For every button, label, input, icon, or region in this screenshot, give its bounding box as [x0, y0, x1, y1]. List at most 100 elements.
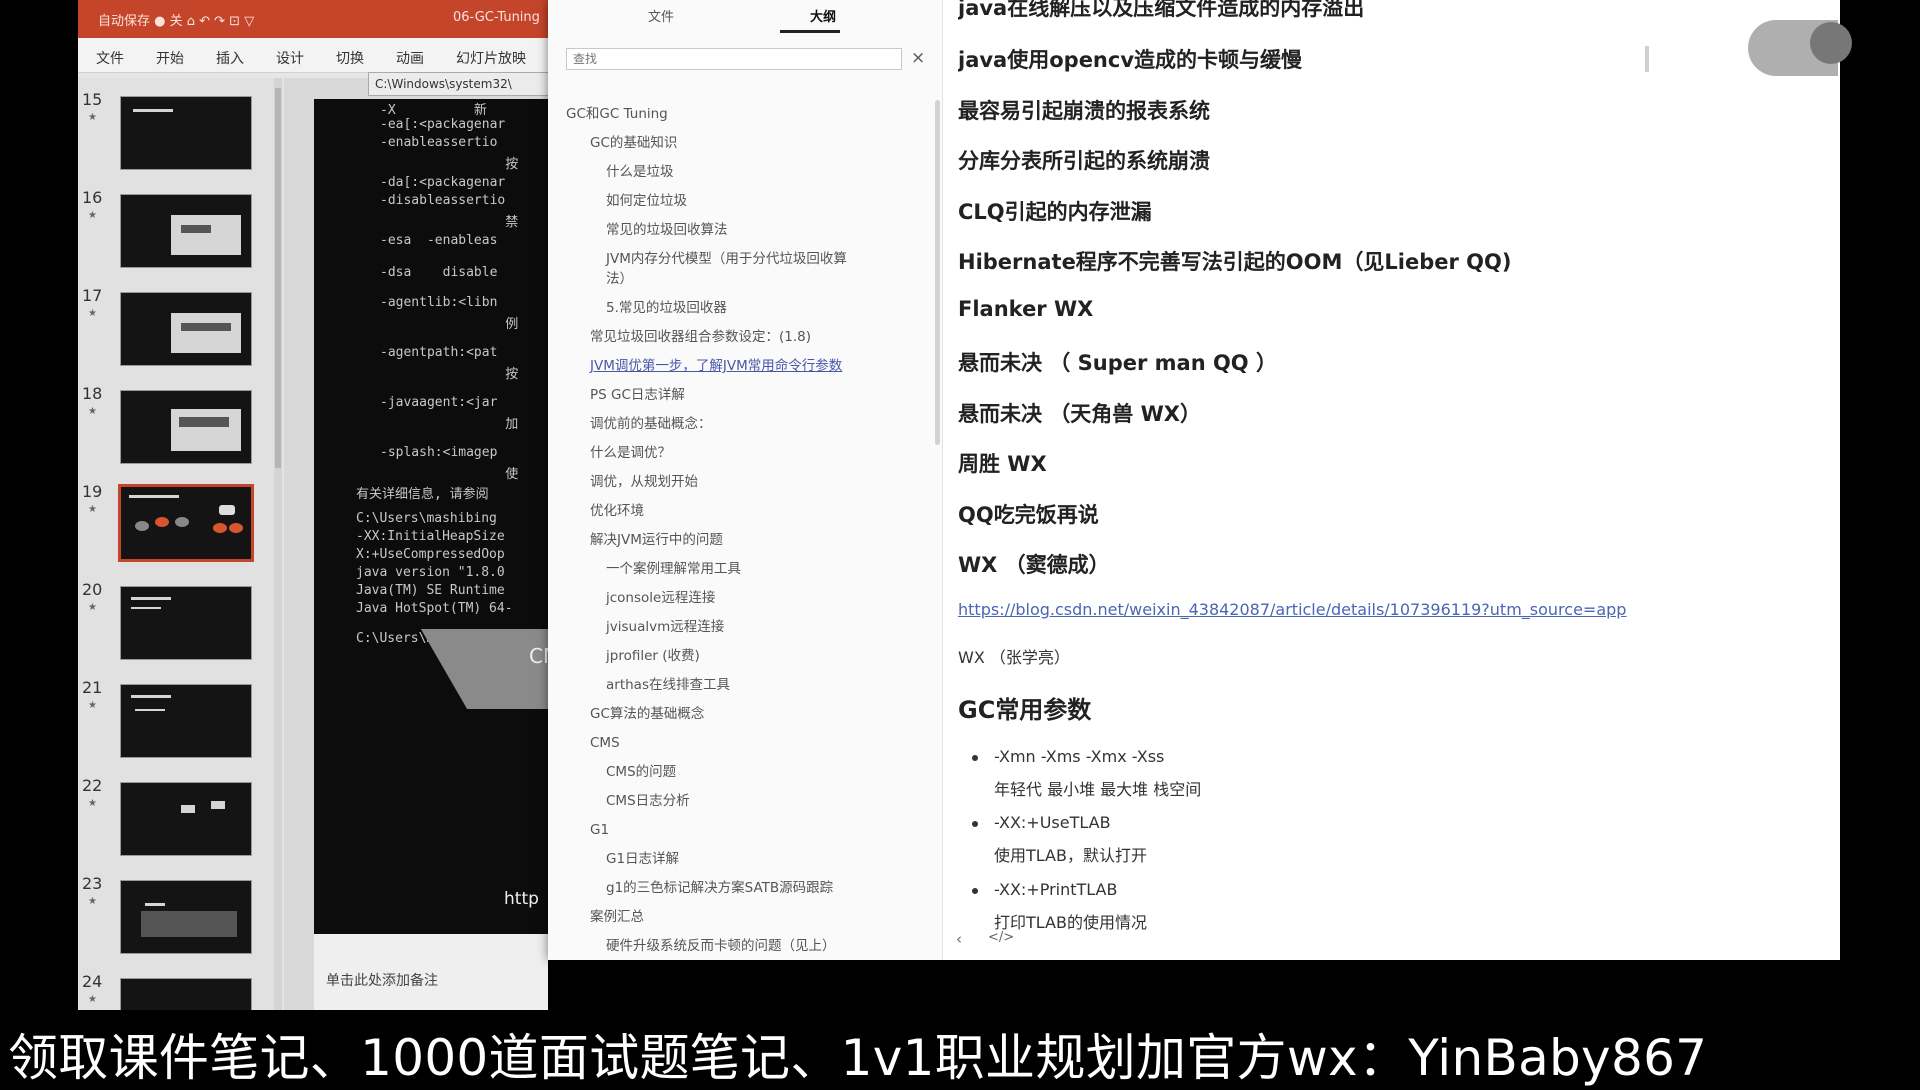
- outline-item[interactable]: jprofiler (收费): [606, 646, 700, 666]
- outline-item[interactable]: 解决JVM运行中的问题: [590, 530, 723, 550]
- quick-access-toolbar[interactable]: 自动保存 ● 关 ⌂ ↶ ↷ ⊡ ▽: [98, 10, 254, 29]
- cmd-line: 使: [380, 467, 519, 482]
- outline-item[interactable]: 硬件升级系统反而卡顿的问题（见上）: [606, 936, 836, 954]
- tab-files[interactable]: 文件: [648, 6, 674, 25]
- outline-item[interactable]: CMS日志分析: [606, 791, 690, 811]
- command-prompt-window: -X 新 -ea[:<packagenar -enableassertio 按 -da…: [314, 99, 548, 934]
- bullet-dot: [972, 888, 978, 894]
- csdn-link[interactable]: https://blog.csdn.net/weixin_43842087/ar…: [958, 600, 1626, 619]
- slide-number: 23: [82, 874, 103, 893]
- star-icon: ★: [88, 700, 97, 711]
- ppt-title-bar: 自动保存 ● 关 ⌂ ↶ ↷ ⊡ ▽ 06-GC-Tuning: [78, 0, 548, 38]
- star-icon: ★: [88, 406, 97, 417]
- editor-scrollbar[interactable]: [1645, 46, 1649, 72]
- star-icon: ★: [88, 308, 97, 319]
- cmd-line: 按: [380, 157, 519, 172]
- overlay-circle: [1810, 22, 1852, 64]
- markdown-editor[interactable]: java在线解压以及压缩文件造成的内存溢出 java使用opencv造成的卡顿与…: [958, 0, 1818, 960]
- slide-number: 21: [82, 678, 103, 697]
- outline-item[interactable]: PS GC日志详解: [590, 385, 685, 405]
- star-icon: ★: [88, 602, 97, 613]
- cmd-line: 按: [380, 367, 519, 382]
- close-icon[interactable]: ×: [911, 48, 925, 68]
- slide-thumbnail[interactable]: [120, 586, 252, 660]
- speaker-notes-pane[interactable]: 单击此处添加备注: [314, 934, 548, 1010]
- heading: java在线解压以及压缩文件造成的内存溢出: [958, 0, 1365, 20]
- bullet-dot: [972, 755, 978, 761]
- slide-thumbnail[interactable]: [120, 782, 252, 856]
- outline-item[interactable]: 什么是垃圾: [606, 162, 674, 182]
- slide-overlay-text: CM: [529, 644, 548, 668]
- ribbon-tab-insert[interactable]: 插入: [216, 48, 244, 68]
- outline-scrollbar[interactable]: [935, 100, 940, 445]
- slide-thumbnail[interactable]: [120, 880, 252, 954]
- slide-thumbnail[interactable]: [120, 96, 252, 170]
- slide-thumbnail[interactable]: [120, 194, 252, 268]
- slide-thumbnail[interactable]: [120, 978, 252, 1012]
- ppt-document-title: 06-GC-Tuning: [453, 10, 540, 25]
- ribbon-tab-transitions[interactable]: 切换: [336, 48, 364, 68]
- outline-item[interactable]: jconsole远程连接: [606, 588, 715, 608]
- outline-item[interactable]: GC和GC Tuning: [566, 104, 668, 124]
- outline-item[interactable]: GC算法的基础概念: [590, 704, 704, 724]
- slide-number: 20: [82, 580, 103, 599]
- outline-item[interactable]: CMS的问题: [606, 762, 676, 782]
- heading: WX （窦德成）: [958, 553, 1110, 577]
- ribbon-tab-home[interactable]: 开始: [156, 48, 184, 68]
- outline-item[interactable]: G1日志详解: [606, 849, 679, 869]
- ribbon-tab-file[interactable]: 文件: [96, 48, 124, 68]
- outline-item[interactable]: CMS: [590, 733, 620, 753]
- slide-number: 18: [82, 384, 103, 403]
- scrollbar-thumb[interactable]: [275, 88, 281, 468]
- cmd-line: -da[:<packagenar: [380, 175, 506, 190]
- cmd-line: -ea[:<packagenar: [380, 117, 506, 132]
- bullet-desc: 年轻代 最小堆 最大堆 栈空间: [994, 780, 1202, 799]
- outline-item[interactable]: 案例汇总: [590, 907, 644, 927]
- ppt-ribbon-tabs: 文件 开始 插入 设计 切换 动画 幻灯片放映: [78, 38, 548, 73]
- slide-thumbnail-selected[interactable]: [118, 484, 254, 562]
- outline-item[interactable]: 什么是调优？: [590, 443, 671, 463]
- outline-item[interactable]: arthas在线排查工具: [606, 675, 730, 695]
- cmd-window-title[interactable]: C:\Windows\system32\: [368, 72, 556, 96]
- outline-item[interactable]: 调优前的基础概念：: [590, 414, 712, 434]
- outline-item[interactable]: jvisualvm远程连接: [606, 617, 724, 637]
- ribbon-tab-animations[interactable]: 动画: [396, 48, 424, 68]
- outline-item[interactable]: G1: [590, 820, 609, 840]
- outline-search-input[interactable]: [566, 48, 902, 70]
- cmd-line: -dsa disable: [380, 265, 498, 280]
- powerpoint-window: 自动保存 ● 关 ⌂ ↶ ↷ ⊡ ▽ 06-GC-Tuning 文件 开始 插入…: [78, 0, 556, 1012]
- outline-item[interactable]: 5.常见的垃圾回收器: [606, 298, 727, 318]
- outline-item[interactable]: GC的基础知识: [590, 133, 677, 153]
- slide-number: 16: [82, 188, 103, 207]
- slide-thumbnail[interactable]: [120, 390, 252, 464]
- heading: 悬而未决 （ Super man QQ ）: [958, 351, 1277, 375]
- heading: Hibernate程序不完善写法引起的OOM（见Lieber QQ): [958, 250, 1512, 274]
- heading: 分库分表所引起的系统崩溃: [958, 149, 1210, 173]
- wx-line: WX （张学亮）: [958, 648, 1070, 667]
- slide-thumbnail[interactable]: [120, 292, 252, 366]
- star-icon: ★: [88, 798, 97, 809]
- outline-item[interactable]: JVM调优第一步，了解JVM常用命令行参数: [590, 356, 842, 376]
- outline-item[interactable]: 一个案例理解常用工具: [606, 559, 741, 579]
- cmd-line: -disableassertio: [380, 193, 506, 208]
- cmd-line: C:\Users\mashibing: [356, 511, 497, 526]
- star-icon: ★: [88, 896, 97, 907]
- outline-item[interactable]: g1的三色标记解决方案SATB源码跟踪: [606, 878, 833, 898]
- outline-item[interactable]: JVM内存分代模型（用于分代垃圾回收算: [606, 249, 847, 269]
- heading: 悬而未决 （天角兽 WX）: [958, 402, 1201, 426]
- outline-item[interactable]: 优化环境: [590, 501, 644, 521]
- outline-item[interactable]: 常见的垃圾回收算法: [606, 220, 728, 240]
- outline-item[interactable]: 调优，从规划开始: [590, 472, 698, 492]
- slide-number: 22: [82, 776, 103, 795]
- slide-thumbnail[interactable]: [120, 684, 252, 758]
- ribbon-tab-design[interactable]: 设计: [276, 48, 304, 68]
- cmd-line: -agentpath:<pat: [380, 345, 498, 360]
- outline-item[interactable]: 如何定位垃圾: [606, 191, 687, 211]
- outline-item[interactable]: 法）: [606, 269, 633, 289]
- cmd-line: 例: [380, 317, 519, 332]
- ribbon-tab-slideshow[interactable]: 幻灯片放映: [456, 48, 526, 68]
- slide-number: 19: [82, 482, 103, 501]
- tab-outline[interactable]: 大纲: [810, 6, 836, 25]
- thumbnail-scrollbar[interactable]: [274, 78, 282, 1010]
- outline-item[interactable]: 常见垃圾回收器组合参数设定：(1.8): [590, 327, 811, 347]
